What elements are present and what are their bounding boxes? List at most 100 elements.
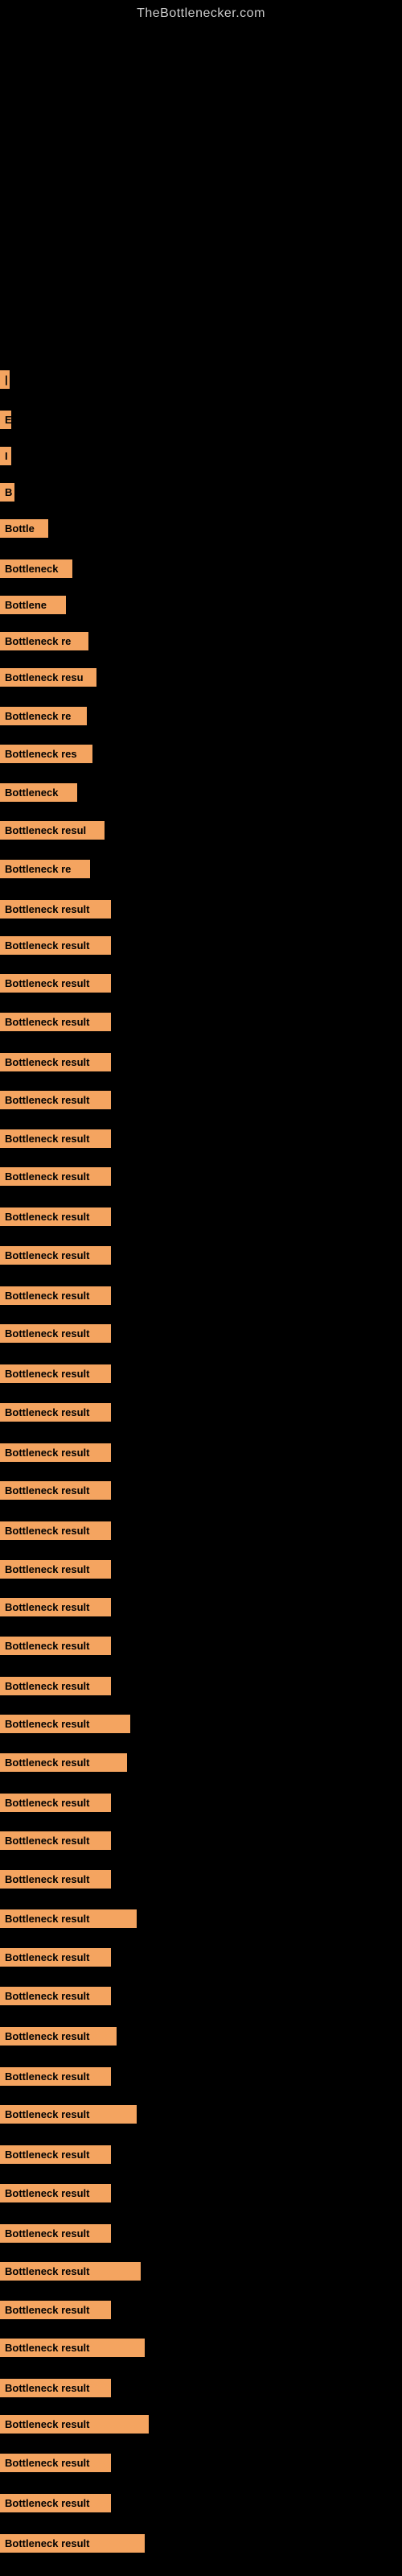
bar-item: Bottleneck result — [0, 1521, 111, 1540]
bar-label: Bottleneck result — [0, 2301, 111, 2319]
bar-label: Bottleneck result — [0, 1794, 111, 1812]
bar-label: Bottleneck result — [0, 1208, 111, 1226]
bar-label: Bottleneck result — [0, 2339, 145, 2357]
bar-label: Bottleneck result — [0, 2067, 111, 2086]
bar-label: Bottleneck result — [0, 1246, 111, 1265]
bar-label: Bottleneck result — [0, 1481, 111, 1500]
bar-label: Bottle — [0, 519, 48, 538]
bar-item: Bottleneck result — [0, 1246, 111, 1265]
bar-item: Bottleneck result — [0, 1364, 111, 1383]
bar-item: Bottleneck — [0, 559, 72, 578]
bar-item: Bottleneck result — [0, 936, 111, 955]
bar-item: B — [0, 483, 14, 502]
bar-label: Bottleneck result — [0, 2262, 141, 2281]
bar-item: Bottleneck result — [0, 1598, 111, 1616]
bar-item: Bottleneck re — [0, 632, 88, 650]
bar-item: E — [0, 411, 11, 429]
bar-label: Bottleneck result — [0, 1053, 111, 1071]
bar-item: Bottleneck — [0, 783, 77, 802]
bar-label: B — [0, 483, 14, 502]
bar-label: Bottleneck result — [0, 1831, 111, 1850]
bar-item: Bottleneck res — [0, 745, 92, 763]
bar-item: Bottleneck result — [0, 1013, 111, 1031]
bar-label: Bottleneck result — [0, 2105, 137, 2124]
bar-item: Bottleneck result — [0, 1794, 111, 1812]
bar-item: Bottleneck resu — [0, 668, 96, 687]
bar-item: Bottleneck result — [0, 1403, 111, 1422]
bar-label: Bottleneck result — [0, 974, 111, 993]
bar-item: Bottleneck result — [0, 2415, 149, 2434]
bar-label: Bottleneck re — [0, 707, 87, 725]
bar-item: Bottleneck result — [0, 2379, 111, 2397]
bar-item: Bottleneck result — [0, 1286, 111, 1305]
bar-item: Bottleneck result — [0, 1053, 111, 1071]
bar-item: Bottleneck result — [0, 2224, 111, 2243]
bar-item: Bottleneck resul — [0, 821, 105, 840]
bar-label: Bottleneck result — [0, 1677, 111, 1695]
bar-item: Bottleneck result — [0, 1091, 111, 1109]
bar-item: Bottleneck result — [0, 2067, 111, 2086]
bar-label: Bottleneck result — [0, 1286, 111, 1305]
bar-label: Bottleneck result — [0, 2184, 111, 2202]
bar-label: Bottleneck result — [0, 1598, 111, 1616]
bar-label: Bottleneck result — [0, 2454, 111, 2472]
bar-item: Bottleneck result — [0, 1948, 111, 1967]
bar-item: Bottleneck result — [0, 2145, 111, 2164]
bar-item: Bottlene — [0, 596, 66, 614]
bar-item: Bottleneck re — [0, 707, 87, 725]
bar-label: Bottleneck re — [0, 860, 90, 878]
bar-item: Bottleneck result — [0, 900, 111, 919]
bar-label: E — [0, 411, 11, 429]
bar-item: Bottleneck re — [0, 860, 90, 878]
bar-label: Bottlene — [0, 596, 66, 614]
bar-item: Bottleneck result — [0, 2105, 137, 2124]
bar-label: Bottleneck result — [0, 1443, 111, 1462]
bar-label: Bottleneck resu — [0, 668, 96, 687]
bar-item: Bottleneck result — [0, 1831, 111, 1850]
bar-label: Bottleneck result — [0, 1013, 111, 1031]
bar-label: Bottleneck result — [0, 2027, 117, 2046]
bar-item: Bottleneck result — [0, 1870, 111, 1889]
bar-label: Bottleneck re — [0, 632, 88, 650]
bar-item: Bottleneck result — [0, 2454, 111, 2472]
bar-item: Bottleneck result — [0, 1324, 111, 1343]
bar-item: Bottleneck result — [0, 2027, 117, 2046]
bar-item: I — [0, 447, 11, 465]
bar-label: Bottleneck res — [0, 745, 92, 763]
bar-item: Bottleneck result — [0, 1208, 111, 1226]
bar-item: Bottleneck result — [0, 1560, 111, 1579]
bar-label: Bottleneck result — [0, 2534, 145, 2553]
bar-item: Bottleneck result — [0, 1443, 111, 1462]
bar-label: Bottleneck result — [0, 1715, 130, 1733]
bar-item: Bottleneck result — [0, 974, 111, 993]
bar-label: Bottleneck result — [0, 1560, 111, 1579]
bar-item: Bottleneck result — [0, 1987, 111, 2005]
bar-label: Bottleneck result — [0, 1167, 111, 1186]
bar-label: Bottleneck result — [0, 1987, 111, 2005]
bar-item: Bottleneck result — [0, 1167, 111, 1186]
bar-label: Bottleneck result — [0, 1091, 111, 1109]
bar-label: I — [0, 447, 11, 465]
bar-label: Bottleneck — [0, 783, 77, 802]
bar-label: Bottleneck result — [0, 1364, 111, 1383]
bar-label: | — [0, 370, 10, 389]
bar-label: Bottleneck result — [0, 2145, 111, 2164]
site-title: TheBottlenecker.com — [0, 0, 402, 21]
bar-item: Bottle — [0, 519, 48, 538]
bar-label: Bottleneck result — [0, 1129, 111, 1148]
bar-label: Bottleneck resul — [0, 821, 105, 840]
bar-item: Bottleneck result — [0, 1481, 111, 1500]
bar-item: Bottleneck result — [0, 2262, 141, 2281]
bar-label: Bottleneck result — [0, 2494, 111, 2512]
bar-label: Bottleneck result — [0, 1753, 127, 1772]
bar-item: Bottleneck result — [0, 1677, 111, 1695]
bar-item: Bottleneck result — [0, 2184, 111, 2202]
bar-item: Bottleneck result — [0, 2534, 145, 2553]
bar-label: Bottleneck — [0, 559, 72, 578]
bar-label: Bottleneck result — [0, 2415, 149, 2434]
bar-item: Bottleneck result — [0, 1637, 111, 1655]
bar-label: Bottleneck result — [0, 1637, 111, 1655]
bar-item: Bottleneck result — [0, 2339, 145, 2357]
bar-label: Bottleneck result — [0, 1948, 111, 1967]
bar-item: | — [0, 370, 10, 389]
